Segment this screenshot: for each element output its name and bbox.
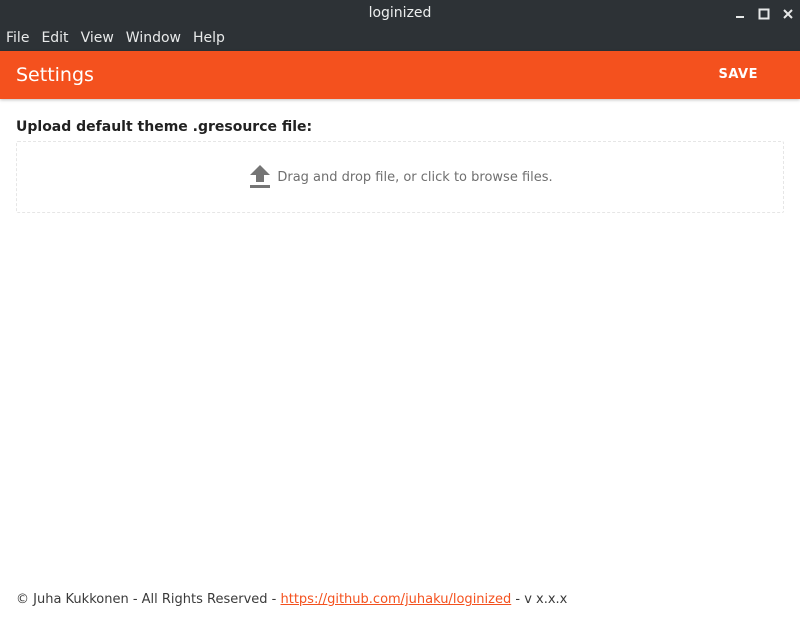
window-controls <box>728 0 800 27</box>
menu-file[interactable]: File <box>0 27 35 51</box>
file-dropzone[interactable]: Drag and drop file, or click to browse f… <box>16 141 784 213</box>
menu-window[interactable]: Window <box>120 27 187 51</box>
upload-icon <box>250 165 271 188</box>
close-icon <box>783 9 793 19</box>
minimize-icon <box>736 16 744 18</box>
app-window: loginized File Edit View Window Help Set… <box>0 0 800 626</box>
window-title: loginized <box>368 5 432 21</box>
save-button[interactable]: SAVE <box>703 61 774 89</box>
maximize-button[interactable] <box>752 0 776 27</box>
title-bar[interactable]: loginized <box>0 0 800 27</box>
maximize-icon <box>758 8 770 20</box>
page-title: Settings <box>16 64 94 86</box>
footer: © Juha Kukkonen - All Rights Reserved - … <box>16 592 567 607</box>
version-text: - v x.x.x <box>511 592 568 607</box>
menu-help[interactable]: Help <box>187 27 231 51</box>
menu-view[interactable]: View <box>75 27 120 51</box>
github-link[interactable]: https://github.com/juhaku/loginized <box>281 592 512 607</box>
menu-edit[interactable]: Edit <box>35 27 74 51</box>
minimize-button[interactable] <box>728 0 752 27</box>
app-bar: Settings SAVE <box>0 51 800 99</box>
menu-bar: File Edit View Window Help <box>0 27 800 51</box>
copyright-text: © Juha Kukkonen - All Rights Reserved - <box>16 592 281 607</box>
settings-content: Upload default theme .gresource file: Dr… <box>16 118 784 213</box>
close-button[interactable] <box>776 0 800 27</box>
upload-label: Upload default theme .gresource file: <box>16 119 313 135</box>
dropzone-text: Drag and drop file, or click to browse f… <box>277 169 553 185</box>
